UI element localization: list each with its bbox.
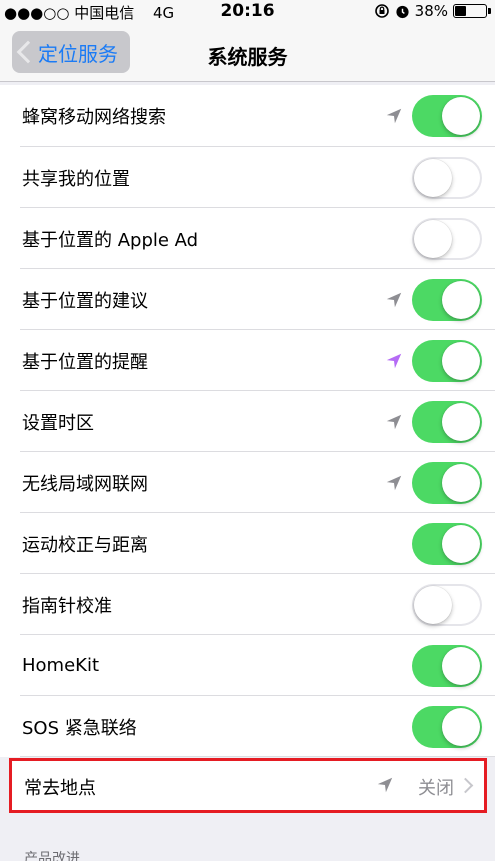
- list-item-label: 无线局域网联网: [22, 473, 148, 495]
- toggle-switch[interactable]: [412, 217, 482, 260]
- list-item: 基于位置的提醒: [0, 330, 495, 391]
- list-item-label: 基于位置的建议: [22, 290, 148, 312]
- toggle-knob: [442, 280, 480, 319]
- page-title: 系统服务: [207, 45, 288, 69]
- toggle-switch[interactable]: [412, 461, 482, 504]
- location-arrow-icon: [386, 475, 402, 490]
- toggle-knob: [442, 646, 480, 685]
- toggle-switch[interactable]: [412, 522, 482, 565]
- battery-icon: [453, 4, 491, 18]
- toggle-switch[interactable]: [412, 400, 482, 443]
- list-item: 基于位置的 Apple Ad: [0, 208, 495, 269]
- battery-percent: 38%: [414, 2, 448, 20]
- status-bar: ●●●○○ 中国电信 4G 20:16 38%: [0, 0, 495, 24]
- rotation-lock-icon: [374, 4, 389, 18]
- toggle-switch[interactable]: [412, 644, 482, 687]
- list-item-label: 运动校正与距离: [22, 534, 148, 556]
- toggle-knob: [442, 524, 480, 563]
- toggle-switch[interactable]: [412, 339, 482, 382]
- list-item: 运动校正与距离: [0, 513, 495, 574]
- location-arrow-icon: [386, 108, 402, 124]
- list-item-label: HomeKit: [22, 655, 100, 676]
- list-item-label: SOS 紧急联络: [22, 717, 137, 739]
- list-item-label: 蜂窝移动网络搜索: [22, 107, 166, 128]
- frequent-locations-label: 常去地点: [24, 778, 96, 799]
- navigation-bar: 定位服务 系统服务: [0, 24, 495, 82]
- list-item-label: 基于位置的提醒: [22, 351, 148, 373]
- toggle-switch[interactable]: [412, 156, 482, 199]
- location-arrow-icon: [386, 414, 402, 429]
- list-item: 蜂窝移动网络搜索: [0, 85, 495, 147]
- list-item-label: 设置时区: [22, 412, 94, 434]
- list-item: 指南针校准: [0, 574, 495, 635]
- toggle-switch[interactable]: [412, 705, 482, 748]
- toggle-knob: [414, 219, 452, 258]
- toggle-knob: [442, 402, 480, 441]
- toggle-knob: [414, 585, 452, 624]
- list-item: SOS 紧急联络: [0, 696, 495, 757]
- section-footer: 产品改进: [24, 851, 80, 861]
- toggle-switch[interactable]: [412, 95, 482, 137]
- toggle-knob: [442, 97, 480, 135]
- toggle-knob: [442, 341, 480, 380]
- toggle-knob: [442, 707, 480, 746]
- list-item: 无线局域网联网: [0, 452, 495, 513]
- list-item: HomeKit: [0, 635, 495, 696]
- location-arrow-icon: [377, 777, 393, 793]
- toggle-switch[interactable]: [412, 583, 482, 626]
- list-item-label: 基于位置的 Apple Ad: [22, 229, 199, 251]
- toggle-knob: [442, 463, 480, 502]
- list-item: 设置时区: [0, 391, 495, 452]
- system-services-list: 蜂窝移动网络搜索 共享我的位置基于位置的 Apple Ad 基于位置的建议 基于位置的…: [0, 85, 495, 757]
- status-right: 38%: [374, 2, 491, 20]
- list-item-label: 共享我的位置: [22, 168, 130, 190]
- location-arrow-icon: [386, 353, 402, 368]
- frequent-locations-value: 关闭: [418, 778, 454, 799]
- battery-fill: [455, 6, 467, 16]
- list-item: 基于位置的建议: [0, 269, 495, 330]
- alarm-icon: [396, 5, 409, 18]
- toggle-knob: [414, 158, 452, 197]
- location-arrow-icon: [386, 292, 402, 307]
- toggle-switch[interactable]: [412, 278, 482, 321]
- frequent-locations-row[interactable]: 常去地点 关闭: [9, 758, 487, 813]
- list-item-label: 指南针校准: [22, 595, 112, 617]
- chevron-right-icon: [457, 777, 474, 794]
- list-item: 共享我的位置: [0, 147, 495, 208]
